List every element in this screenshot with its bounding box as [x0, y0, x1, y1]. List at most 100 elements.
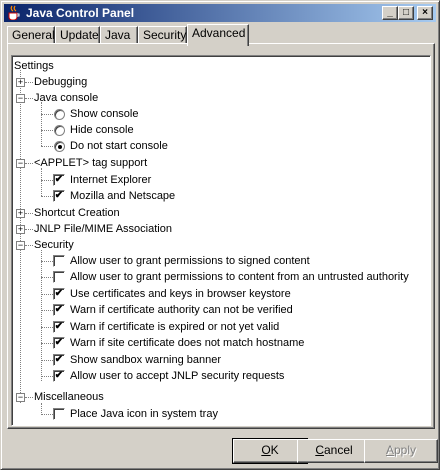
- tab-label: Security: [143, 28, 187, 42]
- check-mark-icon: ✔: [54, 190, 64, 201]
- mozilla-netscape-checkbox[interactable]: ✔: [53, 190, 65, 202]
- tree-connector: [41, 277, 53, 278]
- place-java-icon-checkbox[interactable]: [53, 408, 65, 420]
- sec-browser-keystore-checkbox[interactable]: ✔: [53, 288, 65, 300]
- check-mark-icon: ✔: [54, 288, 64, 299]
- tree-connector: [41, 294, 53, 295]
- tree-connector: [41, 376, 53, 377]
- do-not-start-console-radio[interactable]: [54, 141, 65, 152]
- show-console-label[interactable]: Show console: [70, 106, 139, 122]
- tree-node-debugging[interactable]: Debugging: [34, 74, 87, 90]
- collapse-icon[interactable]: −: [16, 94, 25, 103]
- hide-console-radio[interactable]: [54, 125, 65, 136]
- tree-node-applet-tag-support[interactable]: <APPLET> tag support: [34, 155, 147, 171]
- cancel-label-rest: ancel: [323, 443, 353, 457]
- maximize-button[interactable]: □: [398, 6, 414, 20]
- sec-jnlp-requests-checkbox[interactable]: ✔: [53, 370, 65, 382]
- expand-icon[interactable]: +: [16, 209, 25, 218]
- sec-grant-signed-label[interactable]: Allow user to grant permissions to signe…: [70, 253, 310, 269]
- tab-security[interactable]: Security: [138, 26, 187, 44]
- collapse-icon[interactable]: −: [16, 241, 25, 250]
- tree-connector: [25, 163, 33, 164]
- tree-connector: [41, 180, 53, 181]
- tab-java[interactable]: Java: [100, 26, 138, 44]
- internet-explorer-checkbox[interactable]: ✔: [53, 174, 65, 186]
- tree-connector: [41, 414, 53, 415]
- minimize-button[interactable]: _: [382, 6, 398, 20]
- tree-connector: [25, 82, 33, 83]
- close-icon: ×: [422, 7, 428, 18]
- tree-node-security[interactable]: Security: [34, 237, 74, 253]
- sec-jnlp-requests-label[interactable]: Allow user to accept JNLP security reque…: [70, 368, 284, 384]
- settings-tree[interactable]: Settings + Debugging − Java console Show…: [11, 55, 431, 426]
- check-mark-icon: ✔: [54, 174, 64, 185]
- tree-node-jnlp-mime[interactable]: JNLP File/MIME Association: [34, 221, 172, 237]
- sec-warn-expired-label[interactable]: Warn if certificate is expired or not ye…: [70, 319, 279, 335]
- tree-connector: [41, 196, 53, 197]
- tab-label: Advanced: [192, 26, 246, 40]
- tree-connector: [41, 360, 53, 361]
- internet-explorer-label[interactable]: Internet Explorer: [70, 172, 151, 188]
- sec-sandbox-banner-label[interactable]: Show sandbox warning banner: [70, 352, 221, 368]
- tree-connector: [41, 327, 53, 328]
- radio-selected-dot: [58, 145, 62, 149]
- tab-general[interactable]: General: [7, 26, 55, 44]
- tree-connector: [20, 70, 21, 403]
- ok-label-rest: K: [270, 443, 279, 457]
- collapse-icon[interactable]: −: [16, 159, 25, 168]
- tree-connector: [25, 229, 33, 230]
- tree-connector: [41, 343, 53, 344]
- tab-advanced[interactable]: Advanced: [187, 24, 249, 46]
- sec-warn-ca-checkbox[interactable]: ✔: [53, 304, 65, 316]
- collapse-icon[interactable]: −: [16, 393, 25, 402]
- close-button[interactable]: ×: [417, 6, 433, 20]
- cancel-button[interactable]: Cancel: [297, 439, 371, 463]
- check-mark-icon: ✔: [54, 337, 64, 348]
- apply-button[interactable]: Apply: [364, 439, 438, 463]
- check-mark-icon: ✔: [54, 321, 64, 332]
- show-console-radio[interactable]: [54, 109, 65, 120]
- tree-node-miscellaneous[interactable]: Miscellaneous: [34, 389, 104, 405]
- expand-icon[interactable]: +: [16, 78, 25, 87]
- tree-connector: [41, 114, 53, 115]
- java-control-panel-window: Java Control Panel _ □ × General Update …: [0, 0, 440, 470]
- hide-console-label[interactable]: Hide console: [70, 122, 134, 138]
- sec-grant-untrusted-checkbox[interactable]: [53, 271, 65, 283]
- expand-icon[interactable]: +: [16, 225, 25, 234]
- check-mark-icon: ✔: [54, 354, 64, 365]
- tree-root: Settings: [14, 60, 54, 72]
- minimize-icon: _: [387, 7, 393, 18]
- check-mark-icon: ✔: [54, 304, 64, 315]
- mozilla-netscape-label[interactable]: Mozilla and Netscape: [70, 188, 175, 204]
- apply-label-rest: pply: [394, 443, 417, 457]
- tree-connector: [41, 102, 42, 146]
- tree-connector: [25, 397, 33, 398]
- tab-label: Java: [105, 28, 131, 42]
- check-mark-icon: ✔: [54, 370, 64, 381]
- tree-node-java-console[interactable]: Java console: [34, 90, 98, 106]
- tree-connector: [41, 250, 42, 381]
- sec-grant-signed-checkbox[interactable]: [53, 255, 65, 267]
- sec-grant-untrusted-label[interactable]: Allow user to grant permissions to conte…: [70, 269, 409, 285]
- ok-button[interactable]: OK: [232, 438, 308, 464]
- window-title: Java Control Panel: [26, 6, 135, 20]
- title-bar[interactable]: Java Control Panel _ □ ×: [4, 4, 436, 22]
- sec-sandbox-banner-checkbox[interactable]: ✔: [53, 354, 65, 366]
- tab-label: General: [12, 28, 55, 42]
- sec-browser-keystore-label[interactable]: Use certificates and keys in browser key…: [70, 286, 291, 302]
- do-not-start-console-label[interactable]: Do not start console: [70, 138, 168, 154]
- tree-connector: [25, 245, 33, 246]
- tab-update[interactable]: Update: [55, 26, 100, 44]
- tree-connector: [41, 146, 53, 147]
- sec-warn-ca-label[interactable]: Warn if certificate authority can not be…: [70, 302, 293, 318]
- tree-node-shortcut-creation[interactable]: Shortcut Creation: [34, 205, 120, 221]
- sec-warn-hostname-label[interactable]: Warn if site certificate does not match …: [70, 335, 304, 351]
- sec-warn-expired-checkbox[interactable]: ✔: [53, 321, 65, 333]
- place-java-icon-label[interactable]: Place Java icon in system tray: [70, 406, 218, 422]
- apply-mnemonic: A: [385, 443, 394, 457]
- tree-connector: [41, 261, 53, 262]
- tree-connector: [41, 310, 53, 311]
- tree-connector: [41, 130, 53, 131]
- tab-label: Update: [60, 28, 99, 42]
- sec-warn-hostname-checkbox[interactable]: ✔: [53, 337, 65, 349]
